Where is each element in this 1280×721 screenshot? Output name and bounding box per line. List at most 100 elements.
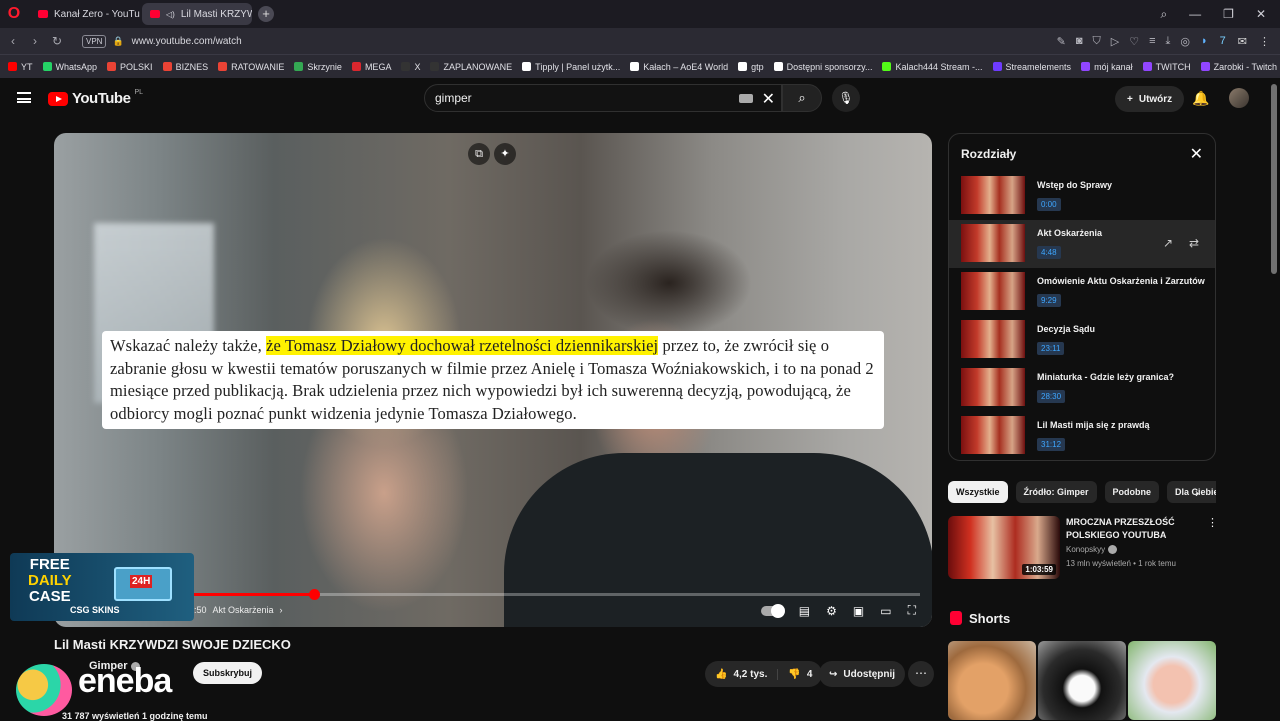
chapter-timestamp[interactable]: 4:48: [1037, 246, 1061, 259]
theater-mode-icon[interactable]: ▭: [880, 604, 891, 618]
extension-icon[interactable]: ◗: [1201, 35, 1208, 47]
filter-chip[interactable]: Podobne: [1104, 481, 1160, 503]
chapter-timestamp[interactable]: 9:29: [1037, 294, 1061, 307]
chapter-timestamp[interactable]: 31:12: [1037, 438, 1066, 451]
opera-menu-icon[interactable]: O: [0, 0, 28, 28]
ai-overlay-icon[interactable]: ✦: [494, 143, 516, 165]
more-actions-button[interactable]: ⋯: [908, 661, 934, 687]
bookmark-item[interactable]: TWITCH: [1142, 62, 1191, 72]
camera-icon[interactable]: ◙: [1076, 35, 1083, 47]
bookmark-favicon-icon: [8, 62, 17, 71]
extension-icon[interactable]: ✉: [1238, 35, 1247, 48]
subscribe-button[interactable]: Subskrybuj: [193, 662, 263, 684]
menu-icon[interactable]: [17, 92, 31, 103]
bookmark-item[interactable]: Kałach – AoE4 World: [630, 62, 728, 72]
recommended-title[interactable]: MROCZNA PRZESZŁOŚĆ POLSKIEGO YOUTUBA: [1066, 516, 1196, 542]
close-icon[interactable]: ✕: [1190, 144, 1203, 164]
chapter-item[interactable]: Omówienie Aktu Oskarżenia i Zarzutów 9:29: [949, 268, 1215, 316]
minimize-button[interactable]: —: [1189, 7, 1201, 21]
dislike-button[interactable]: 👎 4: [778, 669, 822, 680]
chapter-item[interactable]: Wstęp do Sprawy 0:00: [949, 172, 1215, 220]
current-chapter[interactable]: Akt Oskarżenia: [213, 605, 274, 615]
download-icon[interactable]: ⤓: [1166, 35, 1171, 48]
chapter-item[interactable]: Akt Oskarżenia 4:48 ↗ ⇄: [949, 220, 1215, 268]
account-avatar[interactable]: [1229, 88, 1249, 108]
filter-chip[interactable]: Wszystkie: [948, 481, 1008, 503]
chapter-item[interactable]: Miniaturka - Gdzie leży granica? 28:30: [949, 364, 1215, 412]
bookmark-item[interactable]: Streamelements: [992, 62, 1071, 72]
bookmark-item[interactable]: Kalach444 Stream -...: [882, 62, 983, 72]
bookmark-item[interactable]: Skrzynie: [294, 62, 342, 72]
maximize-button[interactable]: ❐: [1223, 7, 1234, 21]
extension-icon[interactable]: ⋮: [1259, 35, 1270, 48]
share-icon[interactable]: ↗: [1163, 236, 1173, 250]
voice-search-button[interactable]: 🎙: [832, 84, 860, 112]
profile-icon[interactable]: ◎: [1180, 35, 1190, 48]
bookmark-item[interactable]: ZAPLANOWANE: [430, 62, 512, 72]
shield-icon[interactable]: ⛉: [1093, 35, 1101, 48]
heart-icon[interactable]: ♡: [1129, 35, 1139, 48]
search-button[interactable]: ⌕: [782, 84, 822, 112]
reader-icon[interactable]: ≡: [1149, 35, 1155, 47]
bookmark-item[interactable]: X: [401, 62, 420, 72]
bookmark-item[interactable]: MEGA: [351, 62, 391, 72]
search-input[interactable]: gimper: [435, 91, 472, 105]
filter-chip[interactable]: Dla Ciebie: [1167, 481, 1216, 503]
new-tab-button[interactable]: +: [258, 6, 274, 22]
chapter-timestamp[interactable]: 23:11: [1037, 342, 1065, 355]
chapter-item[interactable]: Lil Masti mija się z prawdą 31:12: [949, 412, 1215, 460]
miniplayer-icon[interactable]: ▣: [853, 604, 864, 618]
bookmark-item[interactable]: YT: [8, 62, 33, 72]
bookmark-item[interactable]: RATOWANIE: [218, 62, 284, 72]
bookmark-item[interactable]: mój kanał: [1081, 62, 1133, 72]
settings-gear-icon[interactable]: ⚙: [826, 604, 837, 618]
close-window-button[interactable]: ✕: [1256, 7, 1266, 21]
bookmark-item[interactable]: BIZNES: [162, 62, 208, 72]
chapter-item[interactable]: Decyzja Sądu 23:11: [949, 316, 1215, 364]
vpn-badge[interactable]: VPN: [82, 34, 107, 48]
free-daily-case-ad[interactable]: FREE DAILY CASE 24H CSG SKINS: [10, 553, 194, 621]
recommended-channel[interactable]: Konopskyy: [1066, 545, 1118, 555]
short-thumbnail[interactable]: [1038, 641, 1126, 720]
play-icon[interactable]: ▷: [1111, 35, 1119, 48]
bookmark-item[interactable]: Tipply | Panel użytk...: [522, 62, 620, 72]
progress-bar[interactable]: [66, 589, 920, 600]
bookmark-item[interactable]: POLSKI: [107, 62, 153, 72]
short-thumbnail[interactable]: [1128, 641, 1216, 720]
tab-kanal-zero[interactable]: Kanał Zero - YouTube: [30, 3, 140, 25]
recommended-thumbnail[interactable]: 1:03:59: [948, 516, 1060, 579]
chapter-timestamp[interactable]: 28:30: [1037, 390, 1066, 403]
bookmark-item[interactable]: gtp: [738, 62, 764, 72]
chevron-right-icon[interactable]: ›: [1195, 486, 1199, 500]
lock-icon[interactable]: 🔒: [112, 36, 123, 47]
scrollbar-thumb[interactable]: [1271, 84, 1277, 274]
back-button[interactable]: ‹: [2, 34, 24, 48]
tab-current-video[interactable]: ◁) Lil Masti KRZYWDZI S: [142, 3, 252, 25]
page-scrollbar[interactable]: [1268, 78, 1280, 720]
keyboard-icon[interactable]: [739, 94, 753, 103]
more-options-icon[interactable]: ⋮: [1207, 516, 1218, 529]
create-button[interactable]: + Utwórz: [1115, 86, 1185, 112]
loop-icon[interactable]: ⇄: [1189, 236, 1199, 250]
short-thumbnail[interactable]: [948, 641, 1036, 720]
url-field[interactable]: www.youtube.com/watch: [132, 36, 242, 47]
tab-search-icon[interactable]: ⌕: [1160, 7, 1167, 22]
like-button[interactable]: 👍 4,2 tys.: [705, 668, 779, 680]
clear-search-icon[interactable]: ✕: [762, 89, 775, 109]
fullscreen-icon[interactable]: ⛶: [908, 603, 916, 618]
miniplayer-overlay-icon[interactable]: ⧉: [468, 143, 490, 165]
extension-icon[interactable]: 7: [1220, 35, 1226, 47]
bookmark-item[interactable]: Dostępni sponsorzy...: [773, 62, 872, 72]
bookmark-item[interactable]: Zarobki - Twitch: [1200, 62, 1277, 72]
edit-icon[interactable]: ✎: [1057, 35, 1066, 48]
reload-button[interactable]: ↻: [46, 34, 68, 48]
forward-button[interactable]: ›: [24, 34, 46, 48]
filter-chip[interactable]: Źródło: Gimper: [1015, 481, 1097, 503]
bookmark-item[interactable]: WhatsApp: [42, 62, 97, 72]
share-button[interactable]: ↪ Udostępnij: [819, 661, 906, 687]
subtitles-icon[interactable]: ▤: [799, 604, 810, 618]
autoplay-toggle[interactable]: [760, 603, 785, 618]
youtube-logo[interactable]: YouTube PL: [48, 89, 143, 107]
chapter-timestamp[interactable]: 0:00: [1037, 198, 1061, 211]
notifications-bell-icon[interactable]: 🔔: [1192, 90, 1209, 107]
